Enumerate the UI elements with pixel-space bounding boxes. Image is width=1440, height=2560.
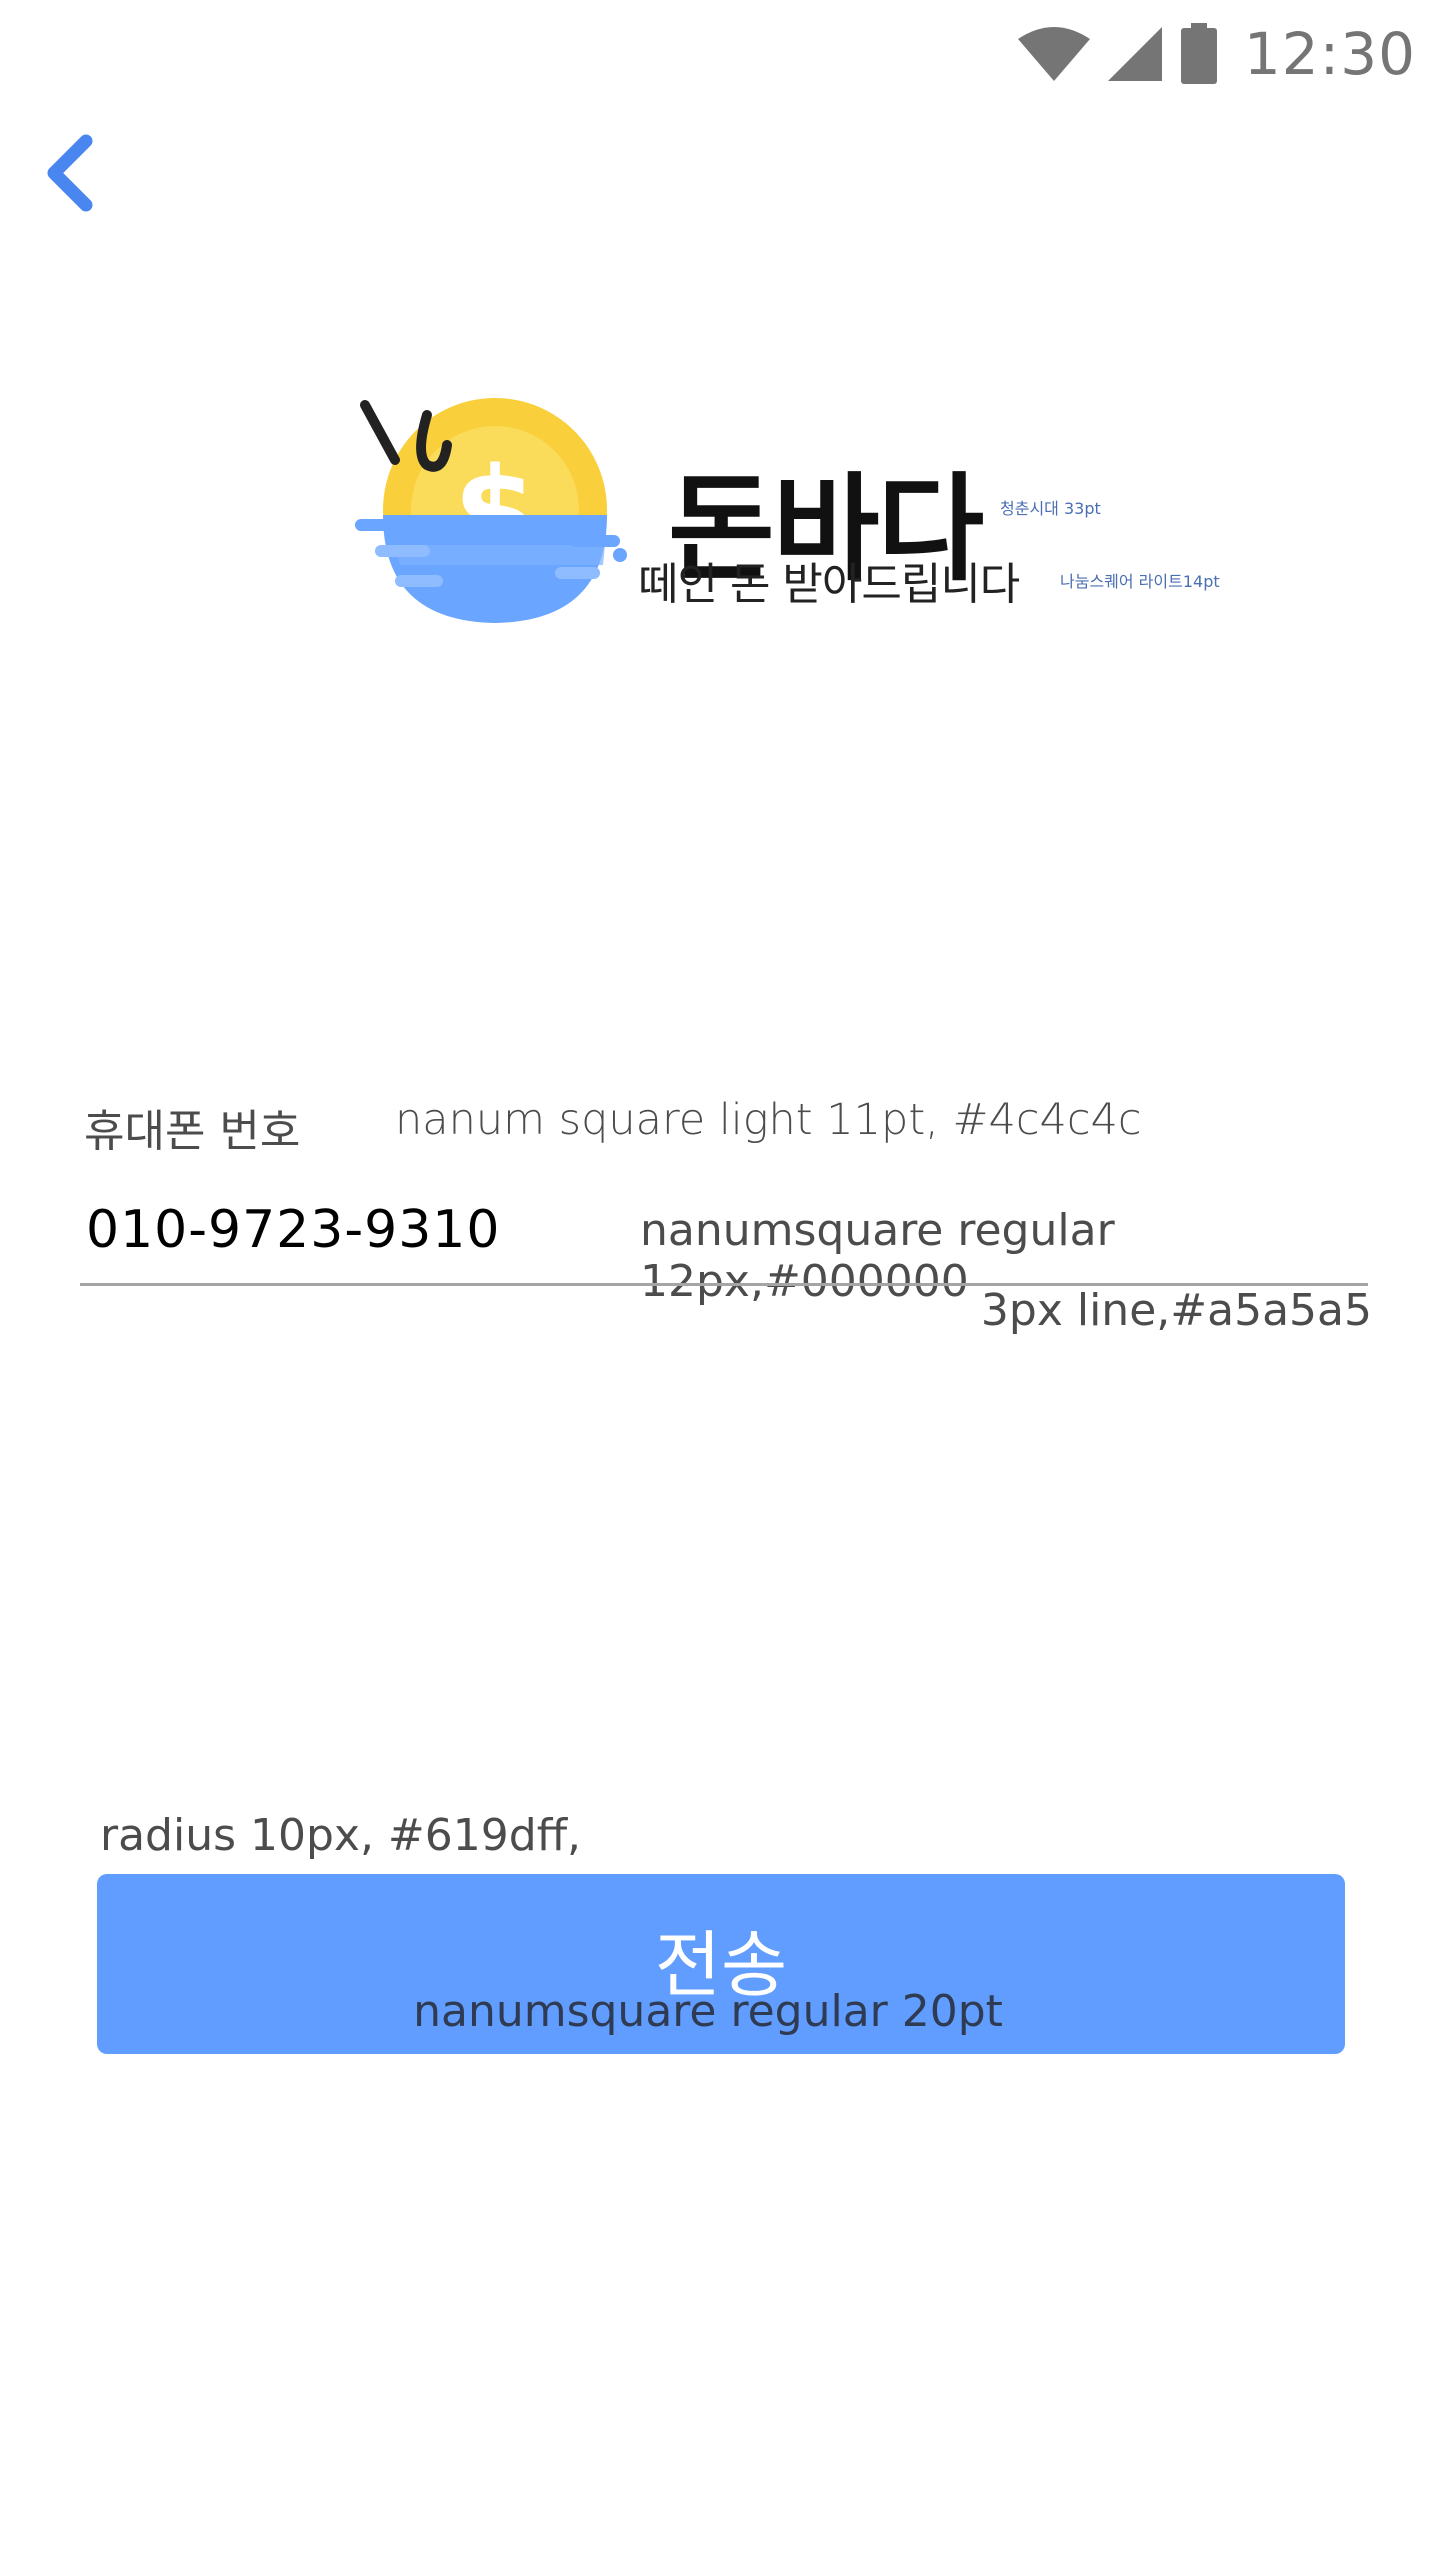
status-bar: 12:30	[0, 0, 1440, 108]
brand-logo: $ 돈바다 청춘시대 33pt 떼인 돈 받아드립니다 나눔스퀘어 라이트14p…	[355, 395, 1275, 635]
status-icons: 12:30	[1016, 18, 1416, 90]
send-button[interactable]: 전송 nanumsquare regular 20pt	[97, 1874, 1345, 2054]
cellular-signal-icon	[1107, 27, 1162, 81]
underline-note: 3px line,#a5a5a5	[980, 1285, 1372, 1336]
phone-number-input[interactable]	[86, 1200, 606, 1260]
status-time: 12:30	[1243, 20, 1416, 88]
phone-field-label: 휴대폰 번호	[84, 1106, 301, 1157]
button-style-note: radius 10px, #619dff,	[100, 1810, 582, 1861]
send-font-note: nanumsquare regular 20pt	[413, 1986, 1003, 2037]
label-font-note: nanum square light 11pt, #4c4c4c	[395, 1095, 1142, 1145]
brand-tagline: 떼인 돈 받아드립니다	[638, 559, 1020, 610]
coin-hook-logo-icon: $	[355, 398, 627, 623]
back-button[interactable]	[28, 128, 112, 218]
battery-icon	[1180, 23, 1217, 84]
wifi-icon	[1017, 27, 1090, 81]
brand-font-note: 청춘시대 33pt	[1000, 499, 1101, 518]
tagline-font-note: 나눔스퀘어 라이트14pt	[1060, 572, 1220, 591]
chevron-left-icon	[47, 134, 93, 212]
